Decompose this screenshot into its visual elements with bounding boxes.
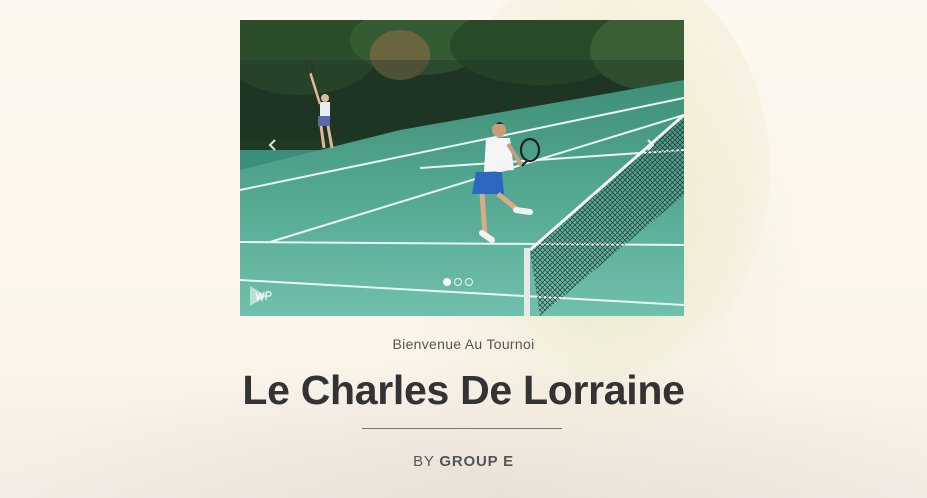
wp-logo-icon	[250, 286, 272, 306]
tennis-court-photo	[240, 20, 684, 316]
slider-dot-2[interactable]	[454, 278, 462, 286]
chevron-right-icon	[647, 139, 655, 151]
slider-pagination	[443, 278, 473, 286]
title-divider	[362, 428, 562, 429]
slider-next-button[interactable]	[641, 138, 659, 158]
byline: BY GROUP E	[0, 453, 927, 470]
slider-dot-3[interactable]	[465, 278, 473, 286]
page-title: Le Charles De Lorraine	[242, 367, 685, 413]
hero-subtitle: Bienvenue Au Tournoi	[392, 336, 535, 352]
slider-dot-1[interactable]	[443, 278, 451, 286]
slider-prev-button[interactable]	[264, 138, 282, 158]
chevron-left-icon	[268, 139, 276, 151]
byline-author[interactable]: GROUP E	[439, 453, 514, 470]
image-slider[interactable]	[240, 20, 684, 316]
byline-prefix: BY	[413, 453, 435, 470]
